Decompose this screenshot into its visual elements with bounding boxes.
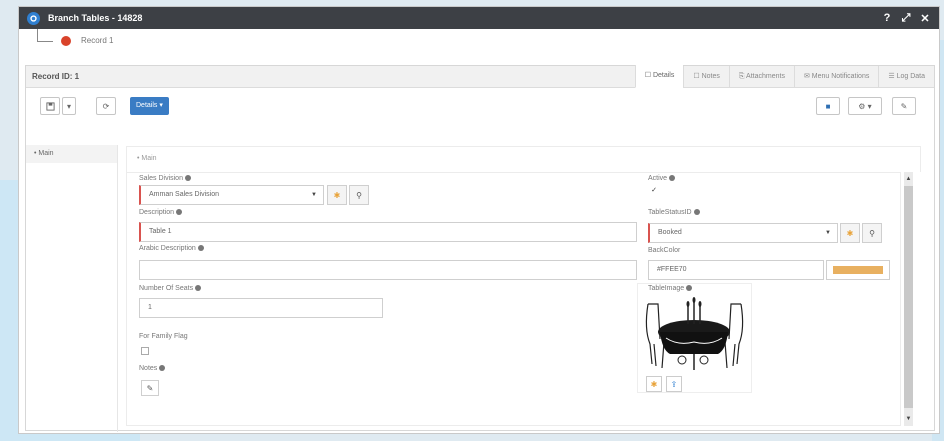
record-node-icon	[61, 36, 71, 46]
section-title: • Main	[126, 146, 921, 172]
tab-notes[interactable]: ☐ Notes	[683, 65, 729, 88]
notes-label: Notes	[139, 365, 166, 372]
upload-image-button[interactable]: ⇪	[666, 376, 682, 392]
sales-division-select[interactable]: Amman Sales Division ▼	[139, 185, 324, 205]
add-sales-division-button[interactable]: ✱	[327, 185, 347, 205]
settings-dropdown-icon[interactable]: ⚙ ▾	[848, 97, 882, 115]
tab-details[interactable]: ☐ Details	[634, 64, 684, 88]
details-button[interactable]: Details ▾	[130, 97, 169, 115]
table-status-label: TableStatusID	[648, 209, 700, 216]
notes-edit-button[interactable]: ✎	[141, 380, 159, 396]
chevron-down-icon: ▼	[825, 230, 831, 236]
search-table-status-button[interactable]: ⚲	[862, 223, 882, 243]
number-of-seats-label: Number Of Seats	[139, 285, 202, 292]
panel-header: Record ID: 1 ☐ Details ☐ Notes ⎘ Attachm…	[26, 64, 934, 88]
help-icon	[184, 175, 191, 182]
help-icon	[197, 245, 204, 252]
add-image-button[interactable]: ✱	[646, 376, 662, 392]
record-icon	[27, 11, 40, 25]
save-options-chevron-icon[interactable]: ▾	[62, 97, 76, 115]
sales-division-label: Sales Division	[139, 175, 191, 182]
window-title: Branch Tables - 14828	[48, 13, 143, 23]
main-area: • Main Sales Division Amman Sales Divisi…	[126, 146, 921, 426]
upload-icon: ⇪	[670, 379, 678, 389]
scroll-up-icon[interactable]: ▲	[904, 174, 913, 184]
color-swatch	[833, 266, 883, 274]
help-icon	[176, 209, 183, 216]
active-label: Active	[648, 175, 676, 182]
save-icon[interactable]	[40, 97, 60, 115]
table-image: ✱ ⇪	[637, 283, 752, 393]
help-icon	[195, 285, 202, 292]
record-panel: Record ID: 1 ☐ Details ☐ Notes ⎘ Attachm…	[25, 64, 935, 432]
window-titlebar: Branch Tables - 14828 ? ⤢ ✕	[19, 7, 939, 29]
scroll-down-icon[interactable]: ▼	[904, 414, 913, 424]
add-icon: ✱	[846, 228, 854, 238]
tree-connector	[37, 29, 53, 42]
tab-log-data[interactable]: ☰ Log Data	[878, 65, 934, 88]
record-form: Sales Division Amman Sales Division ▼ ✱ …	[126, 172, 901, 426]
add-table-status-button[interactable]: ✱	[840, 223, 860, 243]
breadcrumb: Record 1	[19, 29, 939, 53]
help-icon[interactable]: ?	[879, 12, 895, 24]
scrollbar-thumb[interactable]	[904, 186, 913, 408]
tab-attachments[interactable]: ⎘ Attachments	[728, 65, 794, 88]
add-icon: ✱	[333, 190, 341, 200]
description-label: Description	[139, 209, 183, 216]
record-tabs: ☐ Details ☐ Notes ⎘ Attachments ✉ Menu N…	[634, 64, 934, 88]
help-icon	[693, 209, 700, 216]
search-icon: ⚲	[869, 228, 875, 238]
table-status-select[interactable]: Booked ▼	[648, 223, 838, 243]
record-window: Branch Tables - 14828 ? ⤢ ✕ Record 1 Rec…	[18, 6, 940, 434]
sidenav: • Main	[26, 145, 118, 432]
active-checkbox[interactable]: ✓	[650, 187, 658, 196]
help-icon	[159, 365, 166, 372]
tab-menu-notifications[interactable]: ✉ Menu Notifications	[793, 65, 878, 88]
breadcrumb-record-link[interactable]: Record 1	[81, 36, 113, 45]
for-family-flag-checkbox[interactable]	[141, 347, 149, 355]
close-icon[interactable]: ✕	[917, 12, 933, 25]
arabic-description-label: Arabic Description	[139, 245, 204, 252]
description-input[interactable]: Table 1	[139, 222, 637, 242]
back-color-picker[interactable]	[826, 260, 890, 280]
folder-icon[interactable]: ■	[816, 97, 840, 115]
refresh-icon[interactable]: ⟳	[96, 97, 116, 115]
back-color-input[interactable]: #FFEE70	[648, 260, 824, 280]
record-toolbar: ▾ ⟳ Details ▾ ■ ⚙ ▾ ✎	[26, 88, 934, 124]
for-family-flag-label: For Family Flag	[139, 333, 188, 340]
chevron-down-icon: ▼	[311, 192, 317, 198]
back-color-label: BackColor	[648, 247, 681, 254]
dining-table-illustration	[645, 297, 744, 370]
add-icon: ✱	[650, 379, 658, 389]
search-icon: ⚲	[356, 190, 362, 200]
record-id-label: Record ID: 1	[32, 72, 80, 81]
help-icon	[669, 175, 676, 182]
expand-icon[interactable]: ⤢	[898, 12, 914, 25]
edit-icon: ✎	[146, 383, 154, 393]
number-of-seats-input[interactable]: 1	[139, 298, 383, 318]
wrench-icon[interactable]: ✎	[892, 97, 916, 115]
sidenav-item-main[interactable]: • Main	[26, 145, 117, 163]
arabic-description-input[interactable]	[139, 260, 637, 280]
search-sales-division-button[interactable]: ⚲	[349, 185, 369, 205]
form-scrollbar[interactable]: ▲ ▼	[904, 172, 913, 426]
